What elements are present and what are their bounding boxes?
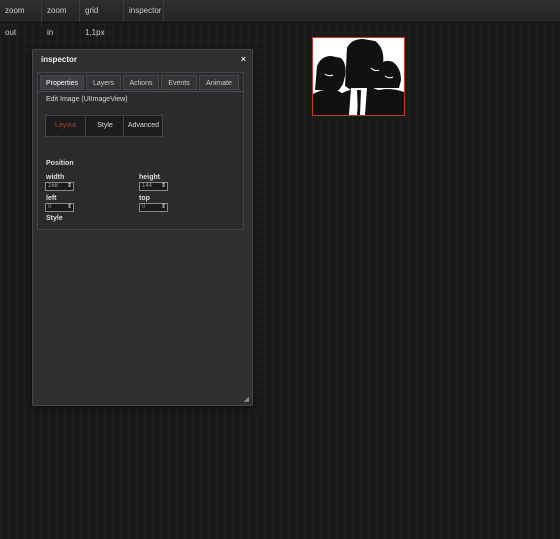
subtab-style[interactable]: Style (85, 116, 124, 136)
width-stepper[interactable]: 168 ⇕ (45, 182, 74, 191)
resize-grip-icon[interactable]: ◢ (244, 395, 249, 403)
grid-button[interactable]: grid 1,1px (80, 0, 124, 37)
left-label: left (46, 195, 57, 202)
left-value: 0 (48, 204, 52, 210)
tab-layers[interactable]: Layers (86, 75, 121, 90)
stepper-arrows-icon[interactable]: ⇕ (67, 183, 72, 190)
zoom-in-button[interactable]: zoom in (42, 0, 80, 37)
close-icon[interactable]: × (241, 54, 246, 64)
left-stepper[interactable]: 0 ⇕ (45, 203, 74, 212)
position-section-label: Position (46, 160, 74, 167)
tab-actions[interactable]: Actions (123, 75, 159, 90)
top-stepper[interactable]: 0 ⇕ (139, 203, 168, 212)
stepper-arrows-icon[interactable]: ⇕ (161, 183, 166, 190)
canvas-image-element[interactable] (312, 37, 405, 116)
inspector-title: inspector (41, 55, 78, 64)
toolbar: zoom out zoom in grid 1,1px inspector (0, 0, 560, 37)
height-label: height (139, 174, 160, 181)
tab-properties[interactable]: Properties (40, 75, 84, 90)
subtab-advanced[interactable]: Advanced (123, 116, 163, 136)
height-value: 144 (142, 183, 153, 189)
width-label: width (46, 174, 65, 181)
stepper-arrows-icon[interactable]: ⇕ (67, 204, 72, 211)
tab-events[interactable]: Events (161, 75, 197, 90)
subtab-layout[interactable]: Layout (46, 116, 85, 136)
zoom-out-button[interactable]: zoom out (0, 0, 42, 37)
silhouette-group-image (313, 38, 404, 115)
stepper-arrows-icon[interactable]: ⇕ (161, 204, 166, 211)
inspector-button[interactable]: inspector (124, 0, 164, 22)
top-value: 0 (142, 204, 146, 210)
edit-image-label: Edit Image (UIImageView) (46, 96, 128, 103)
subtab-bar: Layout Style Advanced (45, 115, 163, 137)
style-section-label: Style (46, 215, 63, 222)
tab-divider (38, 91, 243, 92)
top-label: top (139, 195, 150, 202)
tab-animate[interactable]: Animate (199, 75, 239, 90)
inspector-panel: inspector × Properties Layers Actions Ev… (32, 49, 253, 406)
width-value: 168 (48, 183, 59, 189)
height-stepper[interactable]: 144 ⇕ (139, 182, 168, 191)
